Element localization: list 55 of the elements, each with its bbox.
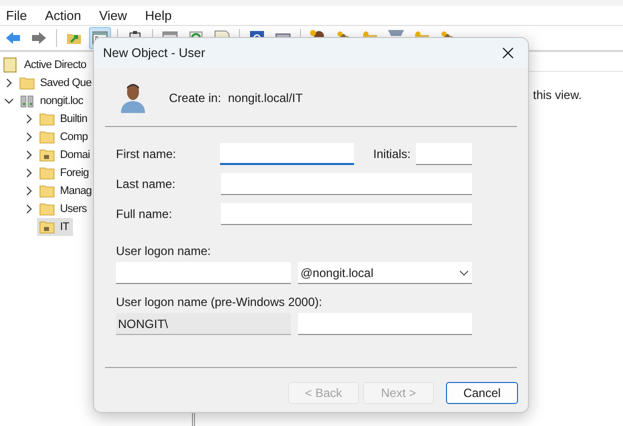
tree-item[interactable]: nongit.loc [17,92,88,110]
tree-item[interactable]: Domai [37,146,94,164]
folder-icon [39,147,55,163]
domain-dropdown[interactable]: @nongit.local [298,262,472,284]
tree-item[interactable]: Foreig [37,164,93,182]
menu-item[interactable]: View [99,6,128,26]
input-field[interactable] [298,313,472,335]
right-arrow-icon [31,30,47,46]
dialog-button[interactable]: Cancel [446,382,518,404]
tree-item[interactable]: Comp [37,128,92,146]
tree-item[interactable]: IT [37,218,73,236]
chevron-right-icon[interactable] [4,78,14,88]
menu-item[interactable]: Action [44,6,82,26]
field-label: User logon name: [116,243,212,258]
menu-item[interactable]: File [6,6,27,26]
field-label: User logon name (pre-Windows 2000): [116,294,324,309]
input-field[interactable] [221,203,472,225]
chevron-right-icon[interactable] [24,186,34,196]
folder-icon [39,219,55,235]
menu-item[interactable]: Help [145,6,172,26]
window-title: New Object - User [103,44,206,62]
domain-prefix-field: NONGIT\ [116,313,290,335]
folder-icon [39,183,55,199]
empty-view-message: this view. [533,87,583,104]
create-in-label: Create in: [169,90,222,107]
folder-icon [39,111,55,127]
input-field[interactable] [116,262,290,284]
folder-icon [39,165,55,181]
tree-item[interactable]: Manag [37,182,96,200]
input-field[interactable] [221,173,472,195]
folder-icon [19,75,35,91]
folder-icon [39,129,55,145]
create-in-path: nongit.local/IT [228,90,303,107]
server-icon [19,93,35,109]
chevron-right-icon[interactable] [24,150,34,160]
chevron-down-icon[interactable] [4,96,14,106]
field-label: Full name: [116,206,174,223]
input-field[interactable] [220,143,354,165]
user-icon [119,82,147,114]
close-icon [502,47,514,59]
tree-item[interactable]: Builtin [37,110,92,128]
field-label: Initials: [373,146,412,163]
input-field[interactable] [416,143,472,165]
field-label: First name: [116,146,178,163]
left-arrow-icon [5,30,21,46]
chevron-right-icon[interactable] [24,132,34,142]
tree-item[interactable]: Saved Que [17,74,96,92]
chevron-down-icon [459,270,469,276]
book-icon [3,57,19,73]
field-label: Last name: [116,176,176,193]
chevron-right-icon[interactable] [24,204,34,214]
chevron-right-icon[interactable] [24,114,34,124]
chevron-right-icon[interactable] [24,168,34,178]
tree-item[interactable]: Active Directo [1,56,90,74]
tree-item[interactable]: Users [37,200,91,218]
